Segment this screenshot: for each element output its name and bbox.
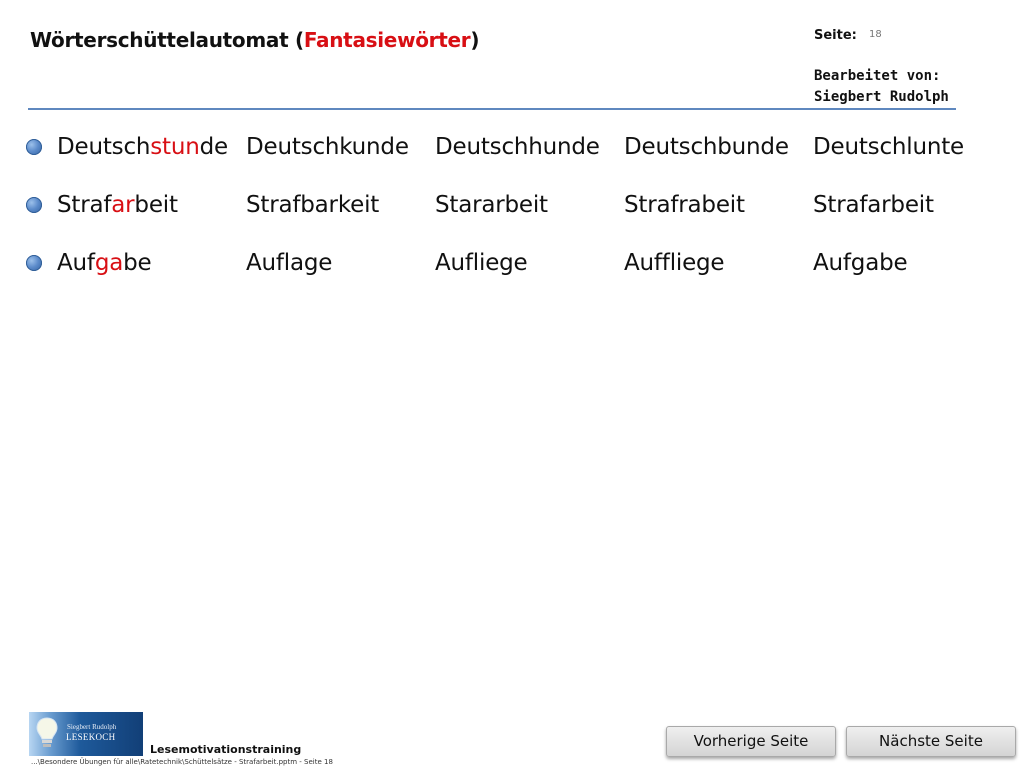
previous-page-button[interactable]: Vorherige Seite — [666, 726, 836, 757]
word-variant: Deutschkunde — [246, 134, 409, 160]
word-row-aufgabe: Aufgabe Auflage Aufliege Auffliege Aufga… — [26, 246, 986, 280]
target-word-suffix: be — [123, 250, 152, 276]
word-variant: Auffliege — [624, 250, 725, 276]
lesekoch-logo: Siegbert Rudolph LESEKOCH — [29, 712, 143, 756]
target-word-prefix: Deutsch — [57, 134, 151, 160]
file-path: ...\Besondere Übungen für alle\Ratetechn… — [31, 758, 333, 766]
blue-bullet-icon — [26, 255, 42, 271]
next-page-button[interactable]: Nächste Seite — [846, 726, 1016, 757]
target-word: Deutschstunde — [57, 130, 228, 164]
word-variant: Stararbeit — [435, 192, 548, 218]
word-variant: Deutschlunte — [813, 134, 964, 160]
word-variant: Aufgabe — [813, 250, 908, 276]
word-row-deutschstunde: Deutschstunde Deutschkunde Deutschhunde … — [26, 130, 986, 164]
target-word-highlight: ar — [111, 192, 135, 218]
header-divider — [28, 108, 956, 110]
page-title: Wörterschüttelautomat (Fantasiewörter) — [30, 28, 479, 52]
target-word-suffix: de — [199, 134, 229, 160]
blue-bullet-icon — [26, 139, 42, 155]
editor-name: Siegbert Rudolph — [814, 89, 949, 105]
title-end-text: ) — [470, 28, 480, 52]
logo-main-text: LESEKOCH — [66, 732, 116, 742]
word-row-strafarbeit: Strafarbeit Strafbarkeit Stararbeit Stra… — [26, 188, 986, 222]
title-main-text: Wörterschüttelautomat ( — [30, 28, 304, 52]
edited-by-label: Bearbeitet von: — [814, 68, 941, 84]
target-word: Strafarbeit — [57, 188, 178, 222]
footer-label: Lesemotivationstraining — [150, 743, 302, 756]
page-number: 18 — [869, 29, 882, 40]
title-highlight-text: Fantasiewörter — [303, 28, 471, 52]
target-word-prefix: Straf — [57, 192, 112, 218]
page-label: Seite: — [814, 28, 857, 43]
word-variant: Strafbarkeit — [246, 192, 380, 218]
target-word-prefix: Auf — [57, 250, 95, 276]
target-word-highlight: ga — [94, 250, 124, 276]
word-variant: Strafrabeit — [624, 192, 745, 218]
word-variant: Aufliege — [435, 250, 528, 276]
target-word-highlight: stun — [150, 134, 200, 160]
target-word: Aufgabe — [57, 246, 152, 280]
word-variant: Deutschhunde — [435, 134, 600, 160]
word-variant: Auflage — [246, 250, 333, 276]
editor-info: Bearbeitet von: Siegbert Rudolph — [814, 66, 949, 108]
lightbulb-logo-icon — [36, 717, 58, 747]
word-variant: Strafarbeit — [813, 192, 934, 218]
target-word-suffix: beit — [134, 192, 178, 218]
word-variant: Deutschbunde — [624, 134, 789, 160]
logo-small-text: Siegbert Rudolph — [67, 723, 117, 731]
blue-bullet-icon — [26, 197, 42, 213]
